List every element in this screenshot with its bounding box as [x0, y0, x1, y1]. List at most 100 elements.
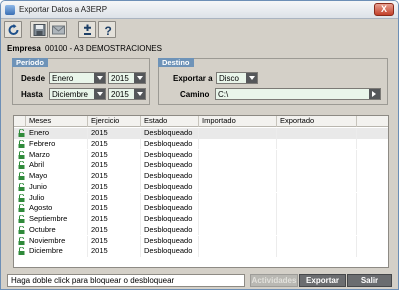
cell-exportado: [277, 203, 357, 214]
chevron-right-icon[interactable]: [369, 89, 380, 99]
cell-importado: [199, 203, 277, 214]
status-message: Haga doble click para bloquear o desbloq…: [7, 274, 245, 287]
hasta-month-value: Diciembre: [52, 90, 89, 99]
cell-ejercicio: 2015: [88, 138, 141, 150]
cell-estado: Desbloqueado: [141, 224, 199, 236]
cell-estado: Desbloqueado: [141, 171, 199, 182]
cell-estado: Desbloqueado: [141, 214, 199, 225]
cell-mes: Octubre: [26, 224, 88, 236]
table-row[interactable]: Diciembre 2015 Desbloqueado: [14, 246, 388, 257]
svg-text:?: ?: [105, 24, 112, 36]
cell-ejercicio: 2015: [88, 149, 141, 160]
plus-minus-button[interactable]: [78, 21, 96, 38]
cell-importado: [199, 160, 277, 171]
title-bar: Exportar Datos a A3ERP X: [1, 1, 398, 19]
cell-importado: [199, 181, 277, 193]
cell-exportado: [277, 171, 357, 182]
save-button[interactable]: [30, 21, 48, 38]
refresh-icon: [8, 24, 19, 35]
cell-exportado: [277, 181, 357, 193]
chevron-down-icon[interactable]: [134, 89, 145, 99]
cell-importado: [199, 224, 277, 236]
table-row[interactable]: Julio 2015 Desbloqueado: [14, 192, 388, 203]
help-button[interactable]: ?: [98, 21, 116, 38]
hasta-year-select[interactable]: 2015: [108, 88, 146, 100]
exportar-button[interactable]: Exportar: [299, 274, 346, 287]
cell-estado: Desbloqueado: [141, 128, 199, 139]
cell-mes: Enero: [26, 128, 88, 139]
empresa-label: Empresa: [7, 44, 41, 53]
mail-button[interactable]: [49, 21, 67, 38]
cell-estado: Desbloqueado: [141, 203, 199, 214]
cell-mes: Noviembre: [26, 235, 88, 246]
cell-exportado: [277, 224, 357, 236]
col-importado[interactable]: Importado: [199, 116, 277, 127]
table-row[interactable]: Abril 2015 Desbloqueado: [14, 160, 388, 171]
cell-mes: Junio: [26, 181, 88, 193]
cell-estado: Desbloqueado: [141, 138, 199, 150]
cell-importado: [199, 192, 277, 203]
chevron-down-icon[interactable]: [94, 73, 105, 83]
table-row[interactable]: Febrero 2015 Desbloqueado: [14, 138, 388, 150]
mail-icon: [52, 25, 65, 35]
table-row[interactable]: Mayo 2015 Desbloqueado: [14, 171, 388, 182]
refresh-button[interactable]: [4, 21, 22, 38]
table-row[interactable]: Octubre 2015 Desbloqueado: [14, 224, 388, 236]
cell-importado: [199, 138, 277, 150]
cell-exportado: [277, 149, 357, 160]
col-meses[interactable]: Meses: [26, 116, 88, 127]
hasta-year-value: 2015: [111, 90, 129, 99]
months-grid[interactable]: Meses Ejercicio Estado Importado Exporta…: [13, 115, 389, 268]
cell-exportado: [277, 235, 357, 246]
window-title: Exportar Datos a A3ERP: [19, 5, 108, 14]
desde-label: Desde: [21, 74, 46, 83]
table-row[interactable]: Junio 2015 Desbloqueado: [14, 181, 388, 193]
col-ejercicio[interactable]: Ejercicio: [88, 116, 141, 127]
cell-estado: Desbloqueado: [141, 246, 199, 257]
cell-mes: Marzo: [26, 149, 88, 160]
cell-exportado: [277, 214, 357, 225]
periodo-group: Período Desde Enero 2015 Hasta Diciembre…: [12, 58, 150, 105]
exportar-a-label: Exportar a: [173, 74, 213, 83]
desde-year-value: 2015: [111, 74, 129, 83]
grid-header-icon-col: [14, 116, 26, 127]
cell-importado: [199, 149, 277, 160]
table-row[interactable]: Septiembre 2015 Desbloqueado: [14, 214, 388, 225]
desde-year-select[interactable]: 2015: [108, 72, 146, 84]
save-icon: [33, 24, 46, 36]
cell-exportado: [277, 246, 357, 257]
cell-ejercicio: 2015: [88, 246, 141, 257]
cell-ejercicio: 2015: [88, 192, 141, 203]
cell-ejercicio: 2015: [88, 171, 141, 182]
salir-button[interactable]: Salir: [347, 274, 392, 287]
cell-ejercicio: 2015: [88, 214, 141, 225]
col-exportado[interactable]: Exportado: [277, 116, 357, 127]
cell-exportado: [277, 192, 357, 203]
cell-mes: Diciembre: [26, 246, 88, 257]
chevron-down-icon[interactable]: [134, 73, 145, 83]
cell-estado: Desbloqueado: [141, 192, 199, 203]
table-row[interactable]: Enero 2015 Desbloqueado: [14, 128, 388, 139]
camino-field[interactable]: C:\: [215, 88, 381, 100]
plus-minus-icon: [84, 24, 91, 35]
table-row[interactable]: Agosto 2015 Desbloqueado: [14, 203, 388, 214]
chevron-down-icon[interactable]: [94, 89, 105, 99]
table-row[interactable]: Noviembre 2015 Desbloqueado: [14, 235, 388, 246]
col-estado[interactable]: Estado: [141, 116, 199, 127]
export-dialog: Exportar Datos a A3ERP X ? Empresa 00100…: [0, 0, 399, 290]
desde-month-select[interactable]: Enero: [49, 72, 106, 84]
empresa-value: 00100 - A3 DEMOSTRACIONES: [45, 44, 162, 53]
cell-ejercicio: 2015: [88, 224, 141, 236]
chevron-down-icon[interactable]: [246, 73, 257, 83]
cell-ejercicio: 2015: [88, 128, 141, 139]
app-icon: [5, 5, 15, 15]
cell-ejercicio: 2015: [88, 160, 141, 171]
exportar-a-value: Disco: [219, 74, 240, 83]
cell-estado: Desbloqueado: [141, 181, 199, 193]
hasta-month-select[interactable]: Diciembre: [49, 88, 106, 100]
table-row[interactable]: Marzo 2015 Desbloqueado: [14, 149, 388, 160]
exportar-a-select[interactable]: Disco: [216, 72, 258, 84]
actividades-button[interactable]: Actividades: [250, 274, 298, 287]
close-button[interactable]: X: [374, 3, 394, 16]
cell-importado: [199, 214, 277, 225]
